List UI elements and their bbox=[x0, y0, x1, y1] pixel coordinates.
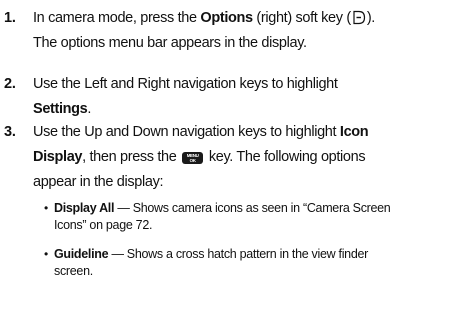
text-run: (right) soft key ( bbox=[252, 10, 351, 26]
text-run: — Shows a cross hatch pattern in the vie… bbox=[108, 247, 369, 261]
step-line: The options menu bar appears in the disp… bbox=[33, 35, 307, 51]
list-item: • Display All — Shows camera icons as se… bbox=[44, 200, 454, 233]
step-text: Use the Left and Right navigation keys t… bbox=[33, 72, 453, 122]
step-text: In camera mode, press the Options (right… bbox=[33, 6, 453, 56]
bullet-dot: • bbox=[44, 201, 48, 215]
text-run: . bbox=[87, 101, 92, 117]
bullet-line: screen. bbox=[54, 263, 93, 278]
text-run: , then press the bbox=[82, 149, 181, 165]
step-line: Use the Left and Right navigation keys t… bbox=[33, 76, 338, 92]
menu-ok-key-icon: MENU OK bbox=[182, 152, 204, 164]
list-item: • Guideline — Shows a cross hatch patter… bbox=[44, 246, 454, 279]
step-line: Use the Up and Down navigation keys to h… bbox=[33, 120, 453, 145]
bullet-line: Guideline — Shows a cross hatch pattern … bbox=[54, 246, 454, 263]
text-run: key. The following options bbox=[205, 149, 366, 165]
bullet-dot: • bbox=[44, 247, 48, 261]
right-soft-key-icon bbox=[353, 10, 365, 25]
icon-display-label: Icon bbox=[339, 124, 369, 140]
step-number: 3. bbox=[4, 124, 16, 140]
manual-page: 1. In camera mode, press the Options (ri… bbox=[0, 0, 460, 325]
option-list: • Display All — Shows camera icons as se… bbox=[44, 200, 454, 279]
options-label: Options bbox=[200, 10, 253, 26]
step-number: 1. bbox=[4, 10, 16, 26]
text-run: ). bbox=[366, 10, 376, 26]
settings-label: Settings bbox=[33, 101, 88, 117]
step-line: Display, then press the MENU OK key. The … bbox=[33, 145, 453, 170]
text-run: — Shows camera icons as seen in “Camera … bbox=[114, 201, 391, 215]
step-line: Settings. bbox=[33, 97, 453, 122]
text-run: Use the Up and Down navigation keys to h… bbox=[33, 124, 340, 140]
step-text: Use the Up and Down navigation keys to h… bbox=[33, 120, 453, 195]
bullet-line: Icons” on page 72. bbox=[54, 217, 153, 232]
bullet-line: Display All — Shows camera icons as seen… bbox=[54, 200, 454, 217]
text-run: In camera mode, press the bbox=[33, 10, 201, 26]
step-line: In camera mode, press the Options (right… bbox=[33, 6, 453, 31]
step-number: 2. bbox=[4, 76, 16, 92]
step-line: appear in the display: bbox=[33, 174, 164, 190]
option-term: Display All bbox=[54, 201, 115, 215]
icon-display-label: Display bbox=[33, 149, 83, 165]
key-label-bottom: OK bbox=[189, 158, 196, 163]
option-term: Guideline bbox=[54, 247, 109, 261]
